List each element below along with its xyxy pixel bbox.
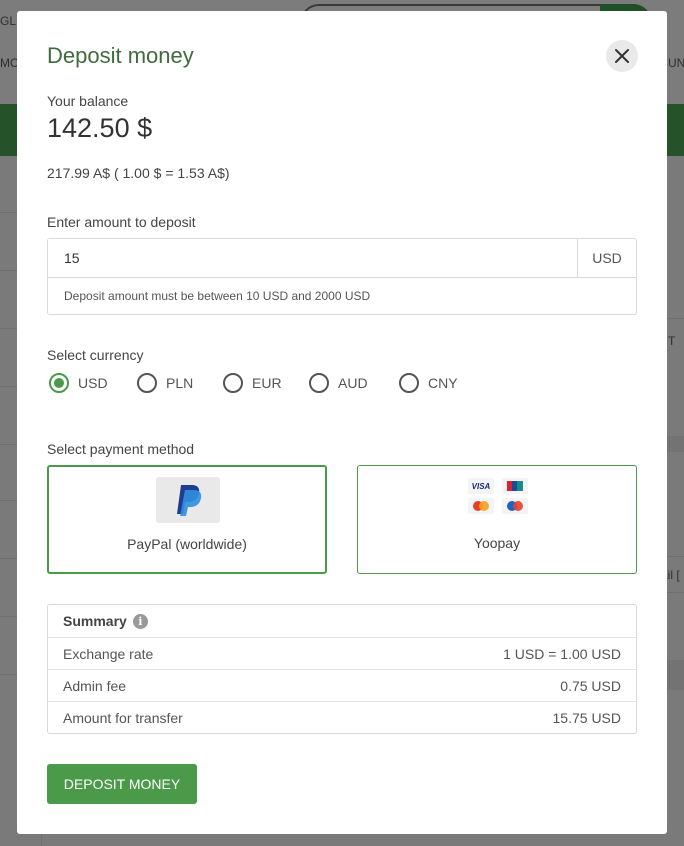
summary-row-value: 1 USD = 1.00 USD (503, 645, 621, 662)
summary-row: Exchange rate 1 USD = 1.00 USD (48, 637, 636, 669)
close-button[interactable] (606, 40, 638, 72)
amount-hint: Deposit amount must be between 10 USD an… (64, 289, 371, 303)
currency-option-label: EUR (252, 375, 282, 391)
maestro-icon (502, 498, 528, 514)
paypal-icon (156, 477, 220, 523)
background-block (667, 660, 684, 690)
mastercard-icon (468, 498, 494, 514)
background-text: T (668, 334, 676, 348)
background-nav-text: UN (668, 56, 684, 70)
background-divider (667, 592, 684, 593)
amount-group: USD Deposit amount must be between 10 US… (47, 238, 637, 315)
currency-radio-pln[interactable]: PLN (137, 373, 193, 393)
summary-row: Amount for transfer 15.75 USD (48, 701, 636, 733)
summary-row-label: Amount for transfer (63, 709, 183, 726)
currency-radio-usd[interactable]: USD (49, 373, 108, 393)
currency-radio-cny[interactable]: CNY (399, 373, 458, 393)
summary-row-value: 0.75 USD (560, 677, 621, 694)
deposit-modal: Deposit money Your balance 142.50 $ 217.… (17, 11, 667, 834)
balance-converted: 217.99 A$ ( 1.00 $ = 1.53 A$) (47, 165, 230, 181)
close-icon (615, 49, 629, 63)
currency-option-label: CNY (428, 375, 458, 391)
background-divider (667, 318, 684, 319)
card-logos-icon: VISA (468, 478, 532, 520)
summary-row-label: Exchange rate (63, 645, 154, 662)
currency-option-label: PLN (166, 375, 194, 391)
payment-method-name: Yoopay (473, 535, 521, 551)
summary-row-value: 15.75 USD (552, 709, 621, 726)
deposit-money-button[interactable]: DEPOSIT MONEY (47, 764, 197, 804)
payment-label: Select payment method (47, 441, 195, 457)
summary-row: Admin fee 0.75 USD (48, 669, 636, 701)
summary-table: Summary i Exchange rate 1 USD = 1.00 USD… (47, 604, 637, 734)
radio-circle (137, 373, 157, 393)
summary-row-label: Admin fee (63, 677, 127, 694)
amount-input[interactable] (48, 239, 578, 278)
visa-icon: VISA (468, 478, 494, 494)
unionpay-icon (502, 478, 528, 494)
balance-label: Your balance (47, 93, 129, 109)
amount-unit: USD (578, 239, 636, 278)
currency-option-label: AUD (338, 375, 368, 391)
currency-radio-eur[interactable]: EUR (223, 373, 282, 393)
radio-circle (399, 373, 419, 393)
background-block (667, 436, 684, 452)
payment-method-yoopay[interactable]: VISA Yoopay (357, 465, 637, 574)
balance-value: 142.50 $ (47, 113, 153, 143)
info-icon[interactable]: i (132, 613, 148, 629)
payment-method-name: PayPal (worldwide) (127, 536, 247, 552)
summary-title: Summary (63, 613, 127, 629)
radio-circle (223, 373, 243, 393)
payment-method-paypal[interactable]: PayPal (worldwide) (47, 465, 327, 574)
background-divider (667, 556, 684, 557)
amount-label: Enter amount to deposit (47, 214, 196, 230)
radio-circle (309, 373, 329, 393)
currency-option-label: USD (78, 375, 108, 391)
modal-title: Deposit money (47, 43, 194, 68)
summary-header: Summary i (48, 605, 636, 637)
currency-radio-aud[interactable]: AUD (309, 373, 368, 393)
currency-label: Select currency (47, 347, 144, 363)
radio-circle (49, 373, 69, 393)
